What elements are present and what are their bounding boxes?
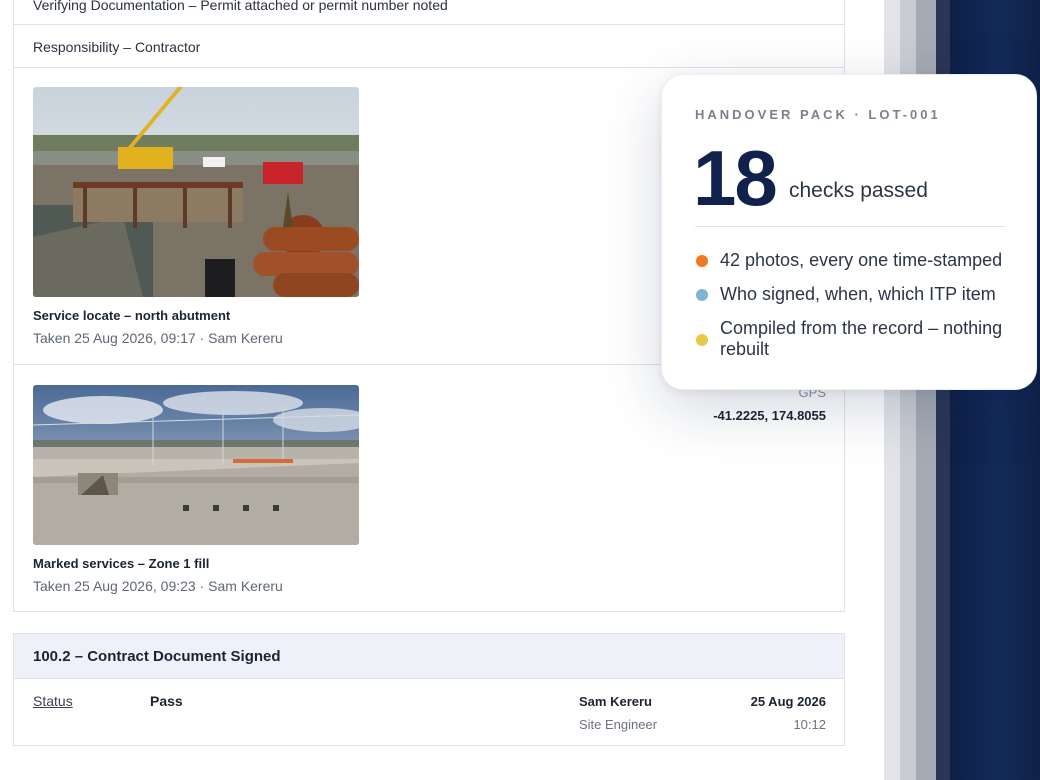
status-link[interactable]: Status [33,693,73,709]
photo-timestamp: Taken 25 Aug 2026, 09:17 · Sam Kereru [33,330,283,346]
section-title: 100.2 – Contract Document Signed [14,634,844,679]
summary-kicker: HANDOVER PACK · LOT-001 [695,107,941,122]
signer-name: Sam Kereru [579,694,652,709]
bullet-text: Who signed, when, which ITP item [720,284,996,304]
responsibility-row: Responsibility – Contractor [33,39,201,55]
yellow-dot-icon [696,334,708,346]
summary-divider [695,226,1005,227]
checks-passed-count: 18 [693,134,778,222]
construction-site-photo [33,87,359,297]
photo-timestamp: Taken 25 Aug 2026, 09:23 · Sam Kereru [33,578,283,594]
checks-passed-label: checks passed [789,179,928,202]
gps-coordinates: -41.2225, 174.8055 [713,408,826,423]
verifying-documentation-row: Verifying Documentation – Permit attache… [33,0,448,13]
photo-caption: Service locate – north abutment [33,308,231,323]
signed-date: 25 Aug 2026 [750,694,826,709]
photo-thumbnail-marked-services[interactable] [33,385,359,545]
photo-thumbnail-service-locate[interactable] [33,87,359,297]
itp-section-card: 100.2 – Contract Document Signed Status … [13,633,845,746]
photo-caption: Marked services – Zone 1 fill [33,556,210,571]
signer-role: Site Engineer [579,717,658,732]
signed-time: 10:12 [793,717,826,732]
status-value: Pass [150,693,183,709]
handover-summary-card: HANDOVER PACK · LOT-001 18 checks passed… [661,74,1037,390]
summary-bullet-signatures: Who signed, when, which ITP item [695,284,1005,305]
summary-bullet-compiled: Compiled from the record – nothing rebui… [695,318,1005,360]
row-divider [14,24,844,25]
blue-dot-icon [696,289,708,301]
summary-bullet-photos: 42 photos, every one time-stamped [695,250,1005,271]
construction-site-photo [33,385,359,545]
bullet-text: 42 photos, every one time-stamped [720,250,1003,270]
bullet-text: Compiled from the record – nothing rebui… [720,318,1003,359]
orange-dot-icon [696,255,708,267]
row-divider [14,67,844,68]
